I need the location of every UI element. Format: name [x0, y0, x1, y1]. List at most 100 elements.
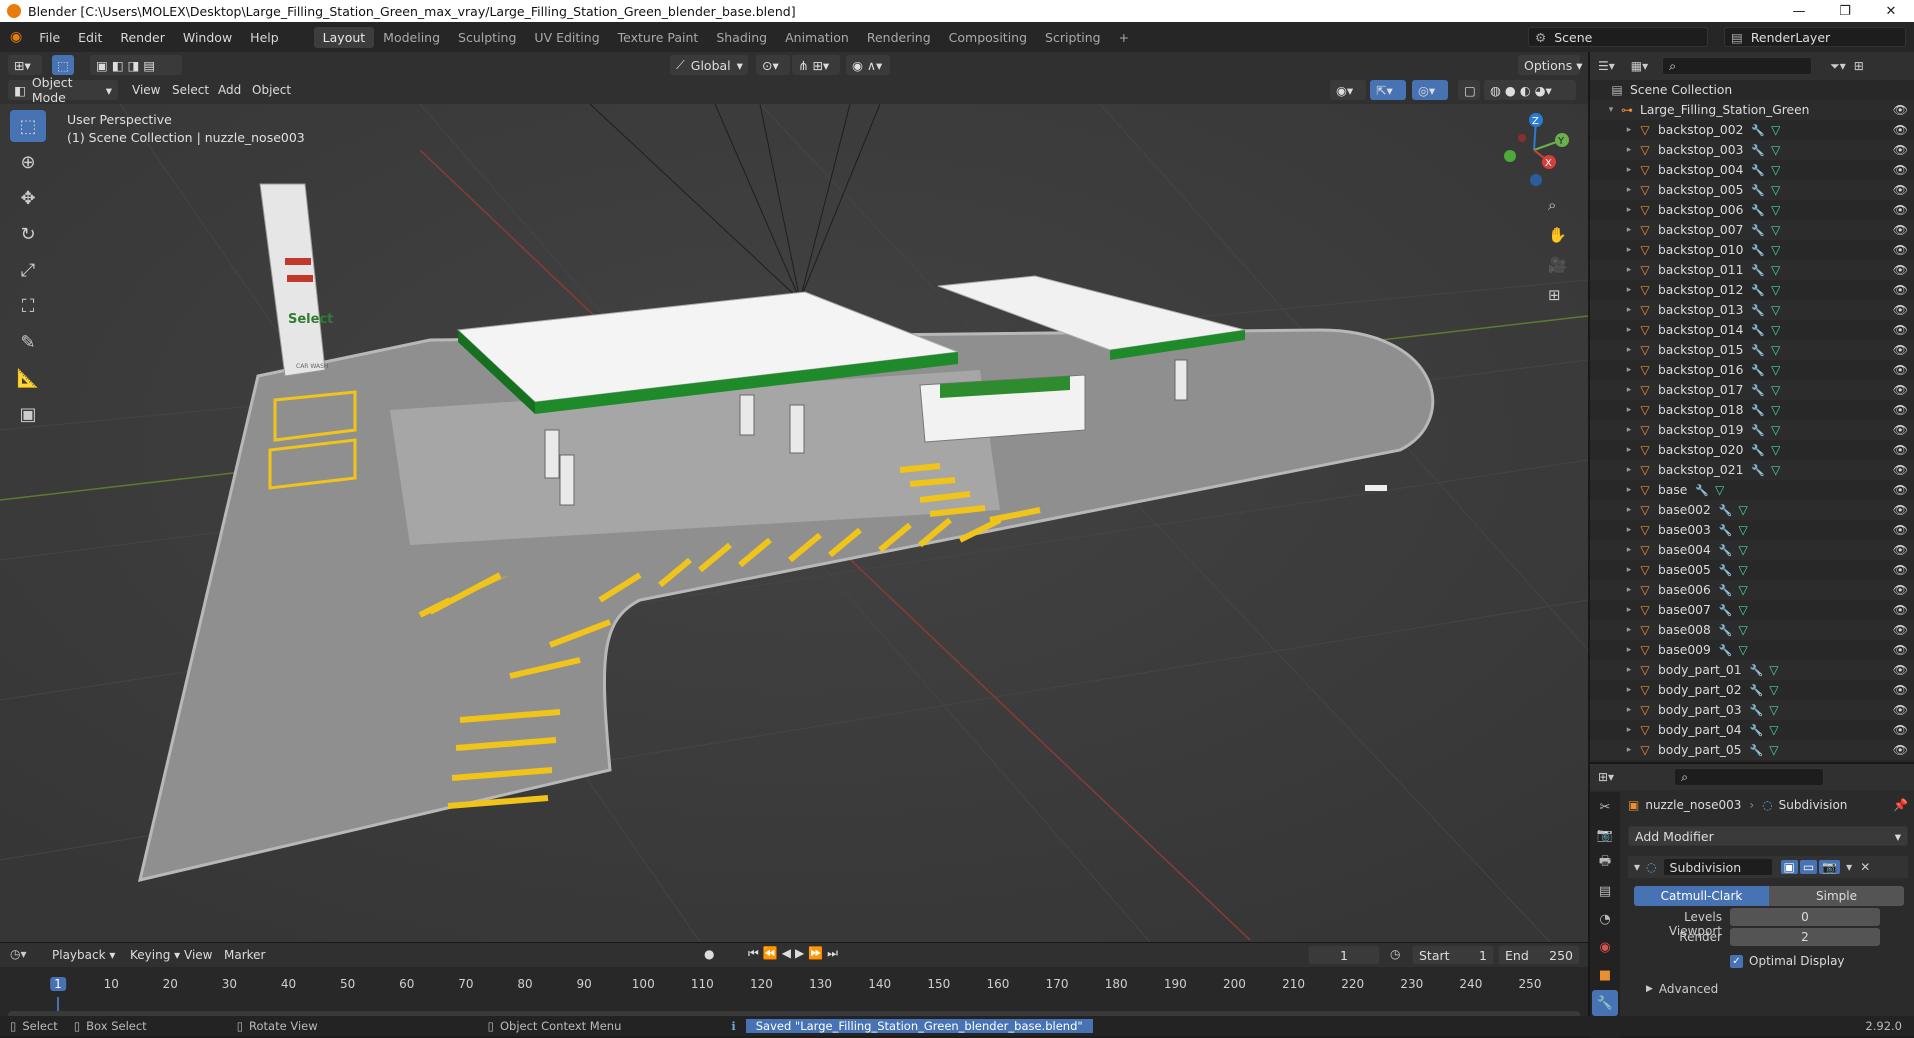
view-layer-tab-icon[interactable]: ▤: [1592, 878, 1618, 904]
outliner-object-row[interactable]: ▸ ▽ backstop_015 🔧 ▽ 👁: [1590, 340, 1914, 360]
keying-menu[interactable]: Keying ▾: [130, 948, 180, 962]
modifier-wrench-icon[interactable]: 🔧: [1751, 424, 1765, 437]
viewport-toggle-icon[interactable]: ▭: [1799, 860, 1818, 874]
marker-menu[interactable]: Marker: [224, 948, 265, 962]
expand-arrow-icon[interactable]: ▸: [1624, 265, 1634, 275]
visibility-eye-icon[interactable]: 👁: [1893, 663, 1908, 677]
expand-arrow-icon[interactable]: ▸: [1624, 505, 1634, 515]
mesh-data-icon[interactable]: ▽: [1771, 183, 1780, 197]
pivot-icon[interactable]: ⊙▾: [756, 55, 790, 75]
visibility-eye-icon[interactable]: 👁: [1893, 383, 1908, 397]
modifier-wrench-icon[interactable]: 🔧: [1750, 724, 1764, 737]
mesh-data-icon[interactable]: ▽: [1771, 263, 1780, 277]
outliner-object-row[interactable]: ▸ ▽ backstop_010 🔧 ▽ 👁: [1590, 240, 1914, 260]
expand-arrow-icon[interactable]: ▸: [1624, 645, 1634, 655]
modifier-wrench-icon[interactable]: 🔧: [1751, 464, 1765, 477]
visibility-eye-icon[interactable]: 👁: [1893, 203, 1908, 217]
mesh-data-icon[interactable]: ▽: [1739, 543, 1748, 557]
editor-type-icon[interactable]: ⊞▾: [8, 55, 42, 75]
scale-tool-icon[interactable]: ⤢: [10, 254, 46, 286]
annotate-tool-icon[interactable]: ✎: [10, 326, 46, 358]
mesh-data-icon[interactable]: ▽: [1771, 203, 1780, 217]
timeline-view-menu[interactable]: View: [184, 948, 212, 962]
properties-editor-icon[interactable]: ⊞▾: [1598, 770, 1614, 784]
xray-icon[interactable]: ▢: [1458, 80, 1480, 100]
outliner-object-row[interactable]: ▸ ▽ body_part_01 🔧 ▽ 👁: [1590, 660, 1914, 680]
visibility-eye-icon[interactable]: 👁: [1893, 103, 1908, 117]
expand-arrow-icon[interactable]: ▸: [1624, 225, 1634, 235]
outliner-object-row[interactable]: ▸ ▽ base006 🔧 ▽ 👁: [1590, 580, 1914, 600]
playhead-line[interactable]: [57, 997, 59, 1011]
advanced-subpanel[interactable]: ▶ Advanced: [1646, 982, 1718, 996]
display-mode-icon[interactable]: ▦▾: [1631, 59, 1648, 73]
modifier-wrench-icon[interactable]: 🔧: [1751, 364, 1765, 377]
tab-animation[interactable]: Animation: [776, 27, 858, 48]
mesh-data-icon[interactable]: ▽: [1771, 143, 1780, 157]
expand-arrow-icon[interactable]: ▸: [1624, 385, 1634, 395]
outliner-object-row[interactable]: ▸ ▽ backstop_004 🔧 ▽ 👁: [1590, 160, 1914, 180]
overlay-toggle-icon[interactable]: ◎▾: [1412, 80, 1448, 100]
snap-icon[interactable]: ⋔ ⊞▾: [792, 55, 840, 75]
blender-menu-icon[interactable]: ◉: [10, 29, 22, 45]
visibility-eye-icon[interactable]: 👁: [1893, 523, 1908, 537]
expand-arrow-icon[interactable]: ▸: [1624, 345, 1634, 355]
mesh-data-icon[interactable]: ▽: [1771, 423, 1780, 437]
modifier-wrench-icon[interactable]: 🔧: [1750, 704, 1764, 717]
outliner-object-row[interactable]: ▸ ▽ base007 🔧 ▽ 👁: [1590, 600, 1914, 620]
mesh-data-icon[interactable]: ▽: [1769, 683, 1778, 697]
visibility-eye-icon[interactable]: 👁: [1893, 143, 1908, 157]
mesh-data-icon[interactable]: ▽: [1739, 623, 1748, 637]
outliner-object-row[interactable]: ▸ ▽ base002 🔧 ▽ 👁: [1590, 500, 1914, 520]
move-tool-icon[interactable]: ✥: [10, 182, 46, 214]
outliner-object-row[interactable]: ▸ ▽ backstop_012 🔧 ▽ 👁: [1590, 280, 1914, 300]
visibility-eye-icon[interactable]: 👁: [1893, 163, 1908, 177]
outliner-object-row[interactable]: ▸ ▽ backstop_020 🔧 ▽ 👁: [1590, 440, 1914, 460]
modifier-tab-icon[interactable]: 🔧: [1592, 990, 1618, 1016]
modifier-wrench-icon[interactable]: 🔧: [1719, 584, 1733, 597]
modifier-wrench-icon[interactable]: 🔧: [1719, 524, 1733, 537]
modifier-wrench-icon[interactable]: 🔧: [1751, 444, 1765, 457]
mesh-data-icon[interactable]: ▽: [1771, 223, 1780, 237]
outliner-object-row[interactable]: ▸ ▽ backstop_021 🔧 ▽ 👁: [1590, 460, 1914, 480]
visibility-eye-icon[interactable]: 👁: [1893, 223, 1908, 237]
visibility-eye-icon[interactable]: 👁: [1893, 643, 1908, 657]
outliner-root[interactable]: ▤ Scene Collection: [1590, 80, 1914, 100]
outliner-object-row[interactable]: ▸ ▽ backstop_016 🔧 ▽ 👁: [1590, 360, 1914, 380]
outliner-editor-icon[interactable]: ☰▾: [1598, 59, 1615, 73]
close-icon[interactable]: ✕: [1868, 4, 1914, 19]
visibility-eye-icon[interactable]: 👁: [1893, 423, 1908, 437]
expand-arrow-icon[interactable]: ▸: [1624, 585, 1634, 595]
modifier-wrench-icon[interactable]: 🔧: [1719, 624, 1733, 637]
expand-arrow-icon[interactable]: ▸: [1624, 705, 1634, 715]
modifier-wrench-icon[interactable]: 🔧: [1719, 504, 1733, 517]
visibility-eye-icon[interactable]: 👁: [1893, 683, 1908, 697]
outliner-object-row[interactable]: ▸ ▽ body_part_05 🔧 ▽ 👁: [1590, 740, 1914, 760]
object-menu[interactable]: Object: [252, 83, 291, 97]
tab-shading[interactable]: Shading: [707, 27, 776, 48]
pin-icon[interactable]: 📌: [1893, 798, 1908, 812]
select-tool-icon[interactable]: ⬚: [52, 55, 74, 75]
outliner-object-row[interactable]: ▸ ▽ base 🔧 ▽ 👁: [1590, 480, 1914, 500]
outliner-search[interactable]: ⌕: [1662, 57, 1813, 75]
expand-arrow-icon[interactable]: ▾: [1606, 105, 1616, 115]
mesh-data-icon[interactable]: ▽: [1771, 383, 1780, 397]
visibility-eye-icon[interactable]: 👁: [1893, 323, 1908, 337]
outliner-object-row[interactable]: ▸ ▽ body_part_02 🔧 ▽ 👁: [1590, 680, 1914, 700]
catmull-clark-button[interactable]: Catmull-Clark: [1634, 886, 1769, 906]
mesh-data-icon[interactable]: ▽: [1739, 603, 1748, 617]
3d-viewport[interactable]: Select CAR WASH User Perspective (1) Sce…: [0, 104, 1588, 942]
collapse-chevron-icon[interactable]: ▾: [1634, 860, 1640, 874]
expand-arrow-icon[interactable]: ▸: [1624, 165, 1634, 175]
modifier-wrench-icon[interactable]: 🔧: [1751, 244, 1765, 257]
tab-compositing[interactable]: Compositing: [940, 27, 1036, 48]
simple-button[interactable]: Simple: [1769, 886, 1904, 906]
expand-arrow-icon[interactable]: ▸: [1624, 245, 1634, 255]
modifier-wrench-icon[interactable]: 🔧: [1750, 684, 1764, 697]
add-menu[interactable]: Add: [218, 83, 241, 97]
add-cube-tool-icon[interactable]: ▣: [10, 398, 46, 430]
expand-arrow-icon[interactable]: ▸: [1624, 665, 1634, 675]
expand-arrow-icon[interactable]: ▸: [1624, 185, 1634, 195]
expand-arrow-icon[interactable]: ▸: [1624, 565, 1634, 575]
shading-mode-icons[interactable]: ◍ ● ◐ ◕▾: [1484, 80, 1576, 100]
select-menu[interactable]: Select: [172, 83, 209, 97]
